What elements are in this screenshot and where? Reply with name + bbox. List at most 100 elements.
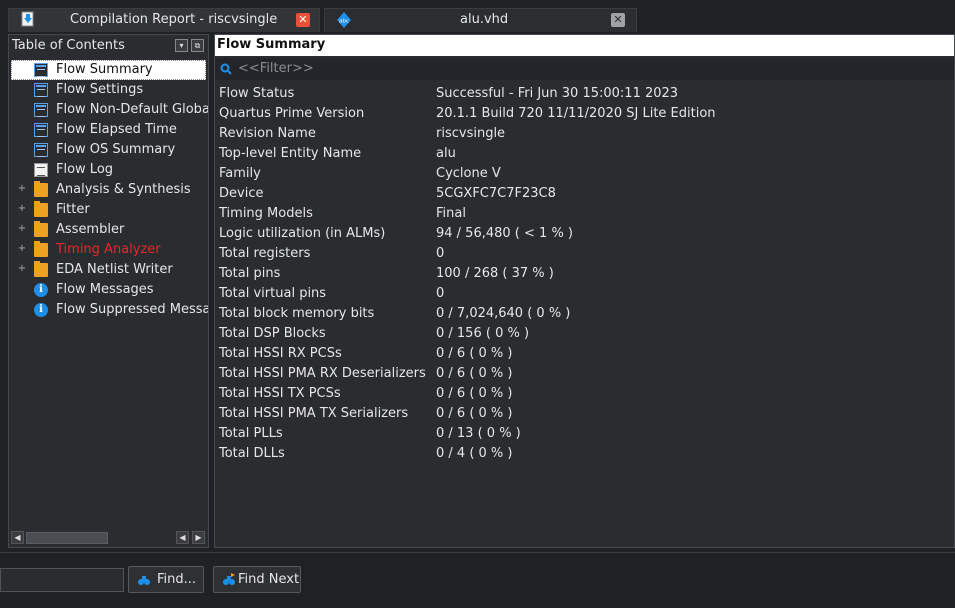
- toc-item-fitter[interactable]: + Fitter: [9, 200, 208, 220]
- row-key: Revision Name: [219, 126, 316, 141]
- toc-horizontal-scrollbar[interactable]: ◀ ◀ ▶: [11, 531, 206, 545]
- table-row[interactable]: Total HSSI PMA TX Serializers 0 / 6 ( 0 %…: [215, 405, 954, 425]
- toc-tree: ┈ Flow Summary Flow Settings Flow Non-De…: [9, 59, 208, 529]
- expand-icon[interactable]: +: [17, 183, 27, 194]
- close-icon[interactable]: ✕: [296, 13, 310, 27]
- toc-item-flow-summary[interactable]: ┈ Flow Summary: [9, 60, 208, 80]
- expand-icon[interactable]: +: [17, 243, 27, 254]
- row-key: Total HSSI RX PCSs: [219, 346, 342, 361]
- expand-icon[interactable]: +: [17, 263, 27, 274]
- row-key: Total PLLs: [219, 426, 283, 441]
- row-value: Final: [436, 206, 466, 221]
- row-value: 20.1.1 Build 720 11/11/2020 SJ Lite Edit…: [436, 106, 716, 121]
- toc-item-label: Flow Messages: [56, 282, 154, 297]
- table-icon: [34, 103, 48, 117]
- row-key: Device: [219, 186, 264, 201]
- toc-item-flow-messages[interactable]: i Flow Messages: [9, 280, 208, 300]
- find-bar: Find... Find Next: [0, 552, 955, 608]
- row-value: 0: [436, 286, 445, 301]
- table-row[interactable]: Total HSSI RX PCSs 0 / 6 ( 0 % ): [215, 345, 954, 365]
- find-input[interactable]: [0, 568, 124, 592]
- table-row[interactable]: Total PLLs 0 / 13 ( 0 % ): [215, 425, 954, 445]
- folder-icon: [34, 241, 48, 257]
- expand-icon[interactable]: +: [17, 203, 27, 214]
- tab-compilation-report[interactable]: Compilation Report - riscvsingle ✕: [8, 8, 320, 32]
- row-value: Successful - Fri Jun 30 15:00:11 2023: [436, 86, 679, 101]
- info-icon: i: [34, 283, 48, 297]
- table-icon: [34, 63, 48, 77]
- float-icon[interactable]: ⧉: [191, 39, 204, 52]
- toc-header: Table of Contents ▾ ⧉: [9, 35, 208, 56]
- toc-item-label: Flow Settings: [56, 82, 144, 97]
- toc-item-flow-settings[interactable]: Flow Settings: [9, 80, 208, 100]
- toc-item-flow-non-default-global[interactable]: Flow Non-Default Global: [9, 100, 208, 120]
- find-button[interactable]: Find...: [128, 566, 204, 593]
- scrollbar-thumb[interactable]: [26, 532, 108, 544]
- table-row[interactable]: Total registers 0: [215, 245, 954, 265]
- row-key: Total block memory bits: [219, 306, 375, 321]
- table-icon: [34, 143, 48, 157]
- table-row[interactable]: Flow Status Successful - Fri Jun 30 15:00…: [215, 85, 954, 105]
- row-key: Total pins: [219, 266, 281, 281]
- folder-icon: [34, 201, 48, 217]
- table-row[interactable]: Total DSP Blocks 0 / 156 ( 0 % ): [215, 325, 954, 345]
- row-value: riscvsingle: [436, 126, 506, 141]
- table-row[interactable]: Total pins 100 / 268 ( 37 % ): [215, 265, 954, 285]
- toc-item-analysis-synthesis[interactable]: + Analysis & Synthesis: [9, 180, 208, 200]
- pin-icon[interactable]: ▾: [175, 39, 188, 52]
- scroll-left-icon[interactable]: ◀: [176, 531, 189, 544]
- row-key: Total registers: [219, 246, 311, 261]
- table-row[interactable]: Top-level Entity Name alu: [215, 145, 954, 165]
- row-value: alu: [436, 146, 456, 161]
- table-row[interactable]: Total HSSI TX PCSs 0 / 6 ( 0 % ): [215, 385, 954, 405]
- close-icon[interactable]: ✕: [611, 13, 625, 27]
- toc-item-flow-log[interactable]: Flow Log: [9, 160, 208, 180]
- table-row[interactable]: Total block memory bits 0 / 7,024,640 ( 0…: [215, 305, 954, 325]
- toc-item-eda-netlist-writer[interactable]: + EDA Netlist Writer: [9, 260, 208, 280]
- toc-item-label: Assembler: [56, 222, 125, 237]
- row-key: Total DLLs: [219, 446, 285, 461]
- binoculars-next-icon: [223, 573, 235, 585]
- filter-placeholder: <<Filter>>: [238, 61, 314, 76]
- toc-item-label: EDA Netlist Writer: [56, 262, 173, 277]
- row-value: Cyclone V: [436, 166, 501, 181]
- table-row[interactable]: Total DLLs 0 / 4 ( 0 % ): [215, 445, 954, 465]
- toc-item-label: Flow Summary: [53, 61, 156, 79]
- row-value: 0 / 13 ( 0 % ): [436, 426, 521, 441]
- tab-alu-vhd[interactable]: abc alu.vhd ✕: [324, 8, 637, 32]
- table-row[interactable]: Timing Models Final: [215, 205, 954, 225]
- table-row[interactable]: Family Cyclone V: [215, 165, 954, 185]
- scroll-left-icon[interactable]: ◀: [11, 531, 24, 544]
- panel-header: Flow Summary: [215, 35, 954, 56]
- toc-item-label: Analysis & Synthesis: [56, 182, 191, 197]
- expand-icon[interactable]: +: [17, 223, 27, 234]
- row-value: 5CGXFC7C7F23C8: [436, 186, 556, 201]
- table-row[interactable]: Revision Name riscvsingle: [215, 125, 954, 145]
- toc-item-flow-os-summary[interactable]: Flow OS Summary: [9, 140, 208, 160]
- find-next-button[interactable]: Find Next: [213, 566, 301, 593]
- toc-item-assembler[interactable]: + Assembler: [9, 220, 208, 240]
- toc-item-label: Timing Analyzer: [56, 242, 161, 257]
- row-key: Total virtual pins: [219, 286, 327, 301]
- table-row[interactable]: Total HSSI PMA RX Deserializers 0 / 6 ( 0…: [215, 365, 954, 385]
- find-next-button-label: Find Next: [238, 572, 300, 587]
- row-value: 0 / 6 ( 0 % ): [436, 346, 513, 361]
- toc-item-label: Fitter: [56, 202, 90, 217]
- tab-compilation-report-title: Compilation Report - riscvsingle: [70, 12, 278, 27]
- toc-item-timing-analyzer[interactable]: + Timing Analyzer: [9, 240, 208, 260]
- table-row[interactable]: Logic utilization (in ALMs) 94 / 56,480 (…: [215, 225, 954, 245]
- toc-item-flow-suppressed-messages[interactable]: i Flow Suppressed Messag: [9, 300, 208, 320]
- table-row[interactable]: Total virtual pins 0: [215, 285, 954, 305]
- row-key: Total HSSI PMA RX Deserializers: [219, 366, 426, 381]
- svg-text:abc: abc: [339, 19, 349, 25]
- row-key: Total HSSI TX PCSs: [219, 386, 341, 401]
- row-value: 0 / 156 ( 0 % ): [436, 326, 530, 341]
- table-row[interactable]: Device 5CGXFC7C7F23C8: [215, 185, 954, 205]
- row-key: Timing Models: [219, 206, 313, 221]
- folder-icon: [34, 221, 48, 237]
- scroll-right-icon[interactable]: ▶: [192, 531, 205, 544]
- table-row[interactable]: Quartus Prime Version 20.1.1 Build 720 11…: [215, 105, 954, 125]
- filter-field[interactable]: <<Filter>>: [215, 58, 954, 80]
- flow-summary-panel: Flow Summary <<Filter>> Flow Status Succe…: [214, 34, 955, 548]
- toc-item-flow-elapsed-time[interactable]: Flow Elapsed Time: [9, 120, 208, 140]
